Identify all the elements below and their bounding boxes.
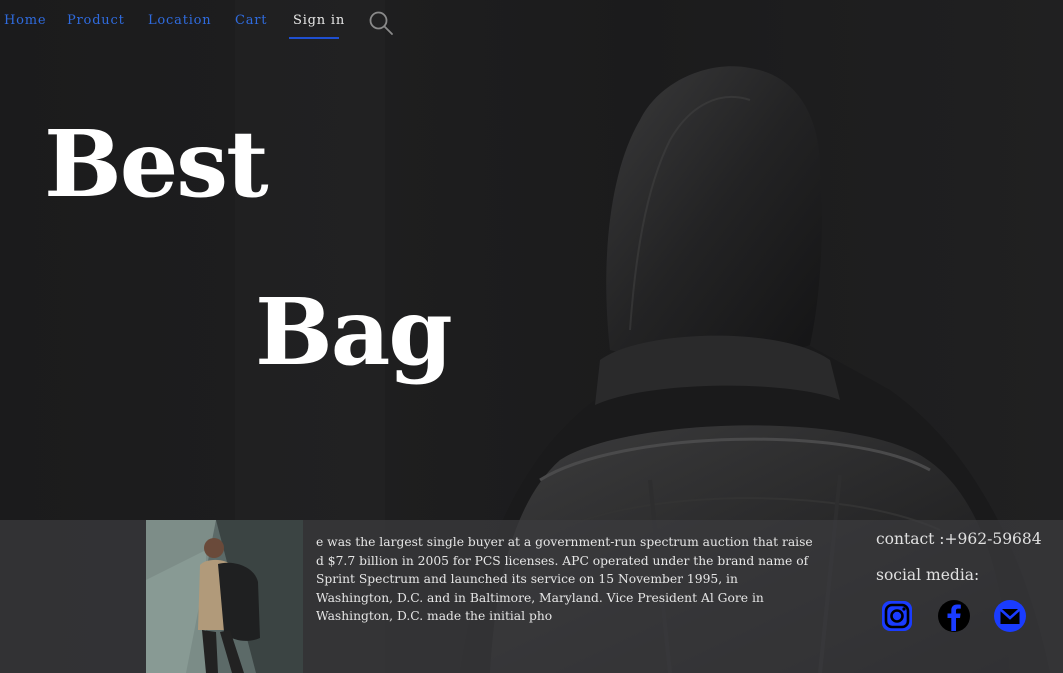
nav-sign-in[interactable]: Sign in <box>293 13 345 28</box>
nav-location[interactable]: Location <box>148 13 211 28</box>
facebook-icon[interactable] <box>936 598 972 634</box>
footer-body-text: e was the largest single buyer at a gove… <box>316 535 813 624</box>
backpack-model-photo <box>146 520 303 673</box>
nav-cart[interactable]: Cart <box>235 13 267 28</box>
nav-active-underline <box>289 37 339 39</box>
search-icon[interactable] <box>368 10 394 36</box>
headline-best: Best <box>44 110 269 218</box>
nav-product[interactable]: Product <box>67 13 125 28</box>
social-media-label: social media: <box>876 566 980 584</box>
instagram-icon[interactable] <box>879 598 915 634</box>
headline-bag: Bag <box>255 278 453 386</box>
nav-home[interactable]: Home <box>4 13 46 28</box>
footer-panel: e was the largest single buyer at a gove… <box>0 520 1063 673</box>
mail-icon[interactable] <box>992 598 1028 634</box>
contact-phone: contact :+962-59684 <box>876 530 1042 548</box>
